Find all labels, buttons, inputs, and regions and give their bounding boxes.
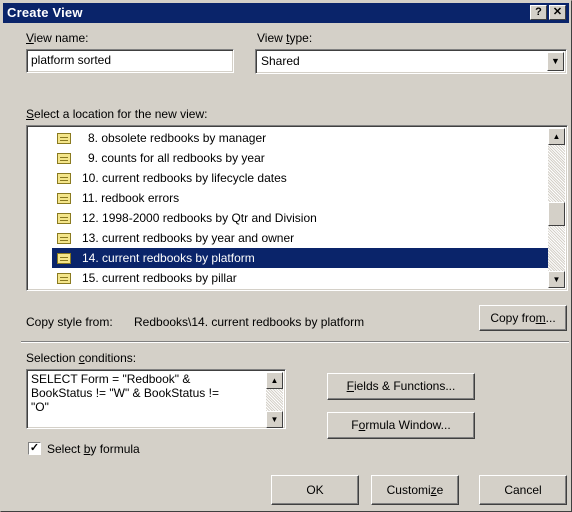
list-item-label: 9. counts for all redbooks by year (88, 151, 265, 165)
list-item[interactable]: 10. current redbooks by lifecycle dates (29, 168, 548, 188)
copy-from-button[interactable]: Copy from... (479, 305, 567, 331)
formula-scrollbar[interactable]: ▲ ▼ (266, 372, 283, 428)
customize-button[interactable]: Customize (371, 475, 459, 505)
list-item-label: 8. obsolete redbooks by manager (88, 131, 267, 145)
view-type-value: Shared (261, 54, 300, 68)
list-item-label: 15. current redbooks by pillar (82, 271, 237, 285)
location-list-items: 8. obsolete redbooks by manager 9. counts… (29, 128, 548, 288)
cancel-button[interactable]: Cancel (479, 475, 567, 505)
scroll-down-icon: ▼ (270, 415, 279, 424)
location-label: Select a location for the new view: (26, 107, 208, 121)
ok-button[interactable]: OK (271, 475, 359, 505)
list-item[interactable]: 13. current redbooks by year and owner (29, 228, 548, 248)
view-document-icon (57, 233, 71, 244)
divider (21, 341, 569, 343)
list-item-label: 12. 1998-2000 redbooks by Qtr and Divisi… (82, 211, 317, 225)
window-title: Create View (7, 5, 83, 20)
list-item-label: 10. current redbooks by lifecycle dates (82, 171, 287, 185)
list-item-label: 14. current redbooks by platform (82, 251, 255, 265)
help-button[interactable]: ? (530, 5, 547, 20)
view-document-icon (57, 213, 71, 224)
list-item[interactable]: 12. 1998-2000 redbooks by Qtr and Divisi… (29, 208, 548, 228)
list-item[interactable]: 14. current redbooks by platform (29, 248, 548, 268)
list-item[interactable]: 15. current redbooks by pillar (29, 268, 548, 288)
formula-window-button[interactable]: Formula Window... (327, 412, 475, 439)
view-name-value: platform sorted (31, 53, 112, 67)
location-list[interactable]: 8. obsolete redbooks by manager 9. counts… (26, 125, 568, 291)
view-type-select[interactable]: Shared ▼ (255, 49, 567, 74)
scroll-down-button[interactable]: ▼ (548, 271, 565, 288)
scroll-down-icon: ▼ (552, 275, 561, 284)
list-item[interactable]: 9. counts for all redbooks by year (29, 148, 548, 168)
selection-formula-text: SELECT Form = "Redbook" & BookStatus != … (31, 372, 219, 414)
close-icon: ✕ (552, 6, 563, 18)
fields-functions-button[interactable]: Fields & Functions... (327, 373, 475, 400)
copy-style-label: Copy style from: (26, 315, 113, 329)
list-item[interactable]: 11. redbook errors (29, 188, 548, 208)
chevron-down-icon: ▼ (551, 56, 560, 66)
formula-scroll-up-button[interactable]: ▲ (266, 372, 283, 389)
list-item[interactable]: 8. obsolete redbooks by manager (29, 128, 548, 148)
copy-style-value: Redbooks\14. current redbooks by platfor… (134, 315, 365, 329)
scroll-up-icon: ▲ (270, 376, 279, 385)
view-type-label: View type: (257, 31, 313, 45)
list-item-label: 11. redbook errors (82, 191, 180, 205)
check-icon: ✓ (29, 442, 40, 454)
create-view-dialog: Create View ? ✕ View name: platform sort… (0, 0, 572, 512)
scroll-up-icon: ▲ (552, 132, 561, 141)
view-document-icon (57, 173, 71, 184)
view-name-label: View name: (26, 31, 89, 45)
title-bar[interactable]: Create View ? ✕ (3, 3, 569, 23)
close-button[interactable]: ✕ (549, 5, 566, 20)
selection-formula-textarea[interactable]: SELECT Form = "Redbook" & BookStatus != … (26, 369, 286, 429)
view-document-icon (57, 253, 71, 264)
location-list-scrollbar[interactable]: ▲ ▼ (548, 128, 565, 288)
view-document-icon (57, 133, 71, 144)
list-item-label: 13. current redbooks by year and owner (82, 231, 295, 245)
view-document-icon (57, 153, 71, 164)
scroll-thumb[interactable] (548, 202, 565, 226)
scroll-up-button[interactable]: ▲ (548, 128, 565, 145)
view-type-dropdown-button[interactable]: ▼ (547, 52, 564, 71)
select-by-formula-checkbox[interactable]: ✓ (28, 442, 41, 455)
view-document-icon (57, 193, 71, 204)
selection-conditions-label: Selection conditions: (26, 351, 137, 365)
view-name-input[interactable]: platform sorted (26, 49, 234, 73)
help-icon: ? (535, 6, 542, 18)
select-by-formula-label: Select by formula (47, 442, 140, 456)
view-document-icon (57, 273, 71, 284)
formula-scroll-down-button[interactable]: ▼ (266, 411, 283, 428)
